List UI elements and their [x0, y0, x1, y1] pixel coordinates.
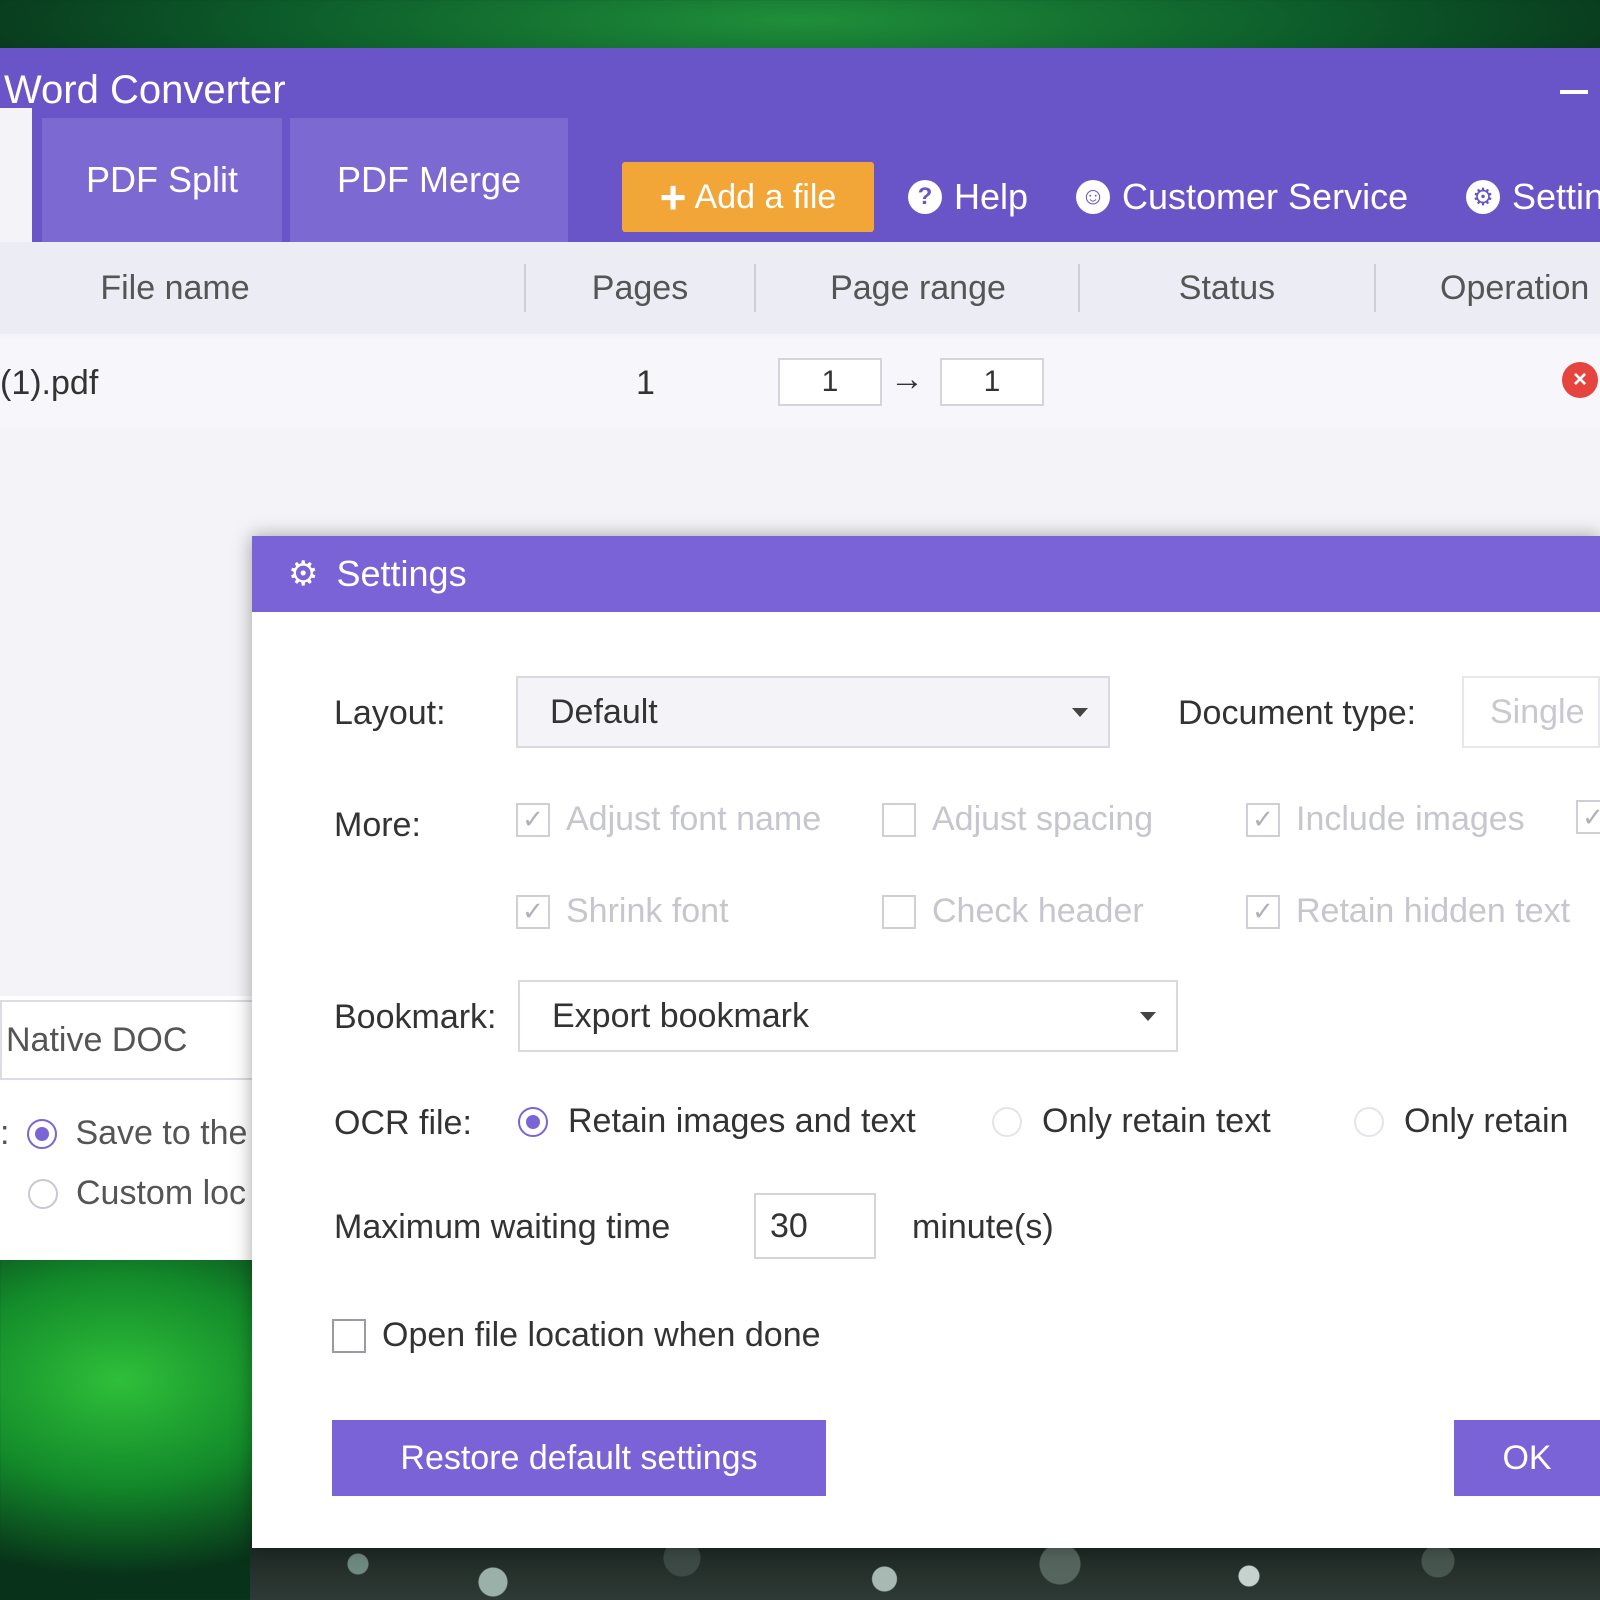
save-to-source-label: Save to the	[75, 1114, 248, 1152]
checkmark-icon: ✓	[516, 802, 550, 837]
check-header-checkbox[interactable]: Check header	[882, 892, 1144, 931]
chat-icon: ☺	[1076, 180, 1110, 214]
ok-button[interactable]: OK	[1454, 1420, 1600, 1496]
page-range-from-input[interactable]: 1	[778, 358, 882, 406]
bookmark-value: Export bookmark	[552, 996, 809, 1035]
save-to-source-option[interactable]: : Save to the	[0, 1114, 247, 1153]
tab-active[interactable]	[0, 108, 32, 242]
pages-cell: 1	[636, 363, 655, 402]
adjust-spacing-checkbox[interactable]: Adjust spacing	[882, 800, 1153, 839]
restore-default-settings-button[interactable]: Restore default settings	[332, 1420, 826, 1496]
ocr-option-label: Only retain text	[1042, 1102, 1271, 1140]
add-file-button[interactable]: + Add a file	[622, 162, 874, 232]
gear-icon: ⚙	[288, 555, 319, 593]
ocr-option-text-only[interactable]: Only retain text	[992, 1102, 1271, 1141]
table-row[interactable]: (1).pdf 1 1 → 1 ×	[0, 338, 1600, 428]
bookmark-dropdown[interactable]: Export bookmark	[518, 980, 1178, 1052]
tab-pdf-merge[interactable]: PDF Merge	[290, 118, 568, 242]
document-type-value: Single	[1490, 692, 1585, 731]
help-icon: ?	[908, 180, 942, 214]
max-waiting-time-label: Maximum waiting time	[334, 1208, 671, 1246]
column-header-operation: Operation	[1440, 268, 1590, 307]
checkbox-icon	[882, 894, 916, 929]
column-header-pages: Pages	[591, 268, 689, 307]
help-label: Help	[954, 176, 1029, 217]
checkmark-icon: ✓	[1246, 894, 1280, 929]
help-link[interactable]: ? Help	[908, 176, 1028, 218]
gear-icon: ⚙	[1466, 180, 1500, 214]
custom-location-label: Custom loc	[76, 1174, 247, 1212]
checkbox-icon	[332, 1318, 366, 1353]
adjust-spacing-label: Adjust spacing	[932, 800, 1154, 838]
extra-checkbox[interactable]: ✓	[1576, 800, 1600, 834]
checkbox-icon	[882, 802, 916, 837]
shrink-font-label: Shrink font	[566, 892, 729, 930]
checkmark-icon: ✓	[1576, 800, 1600, 834]
minutes-unit-label: minute(s)	[912, 1208, 1054, 1246]
layout-label: Layout:	[334, 694, 446, 732]
desktop-background-rocks	[250, 1540, 1600, 1600]
checkmark-icon: ✓	[516, 894, 550, 929]
radio-button[interactable]	[518, 1106, 548, 1137]
custom-location-option[interactable]: Custom loc	[28, 1174, 246, 1213]
ocr-option-label: Only retain	[1404, 1102, 1569, 1140]
radio-button[interactable]	[992, 1106, 1022, 1137]
checkmark-icon: ✓	[1246, 802, 1280, 837]
ocr-option-images-only[interactable]: Only retain	[1354, 1102, 1568, 1141]
customer-service-label: Customer Service	[1122, 176, 1409, 217]
arrow-right-icon: →	[890, 360, 924, 398]
max-waiting-time-input[interactable]: 30	[754, 1193, 876, 1259]
dialog-header: ⚙ Settings	[252, 536, 1600, 612]
column-divider	[1374, 264, 1376, 312]
chevron-down-icon	[1072, 708, 1088, 717]
bookmark-label: Bookmark:	[334, 998, 497, 1036]
retain-hidden-text-label: Retain hidden text	[1296, 892, 1571, 930]
check-header-label: Check header	[932, 892, 1144, 930]
table-header: File name Pages Page range Status Operat…	[0, 242, 1600, 334]
open-file-location-label: Open file location when done	[382, 1316, 821, 1354]
include-images-checkbox[interactable]: ✓ Include images	[1246, 800, 1525, 839]
more-label: More:	[334, 806, 421, 844]
column-header-page-range: Page range	[830, 268, 1006, 307]
radio-button[interactable]	[27, 1118, 58, 1149]
ocr-option-images-and-text[interactable]: Retain images and text	[518, 1102, 916, 1141]
output-format-select[interactable]: Native DOC	[0, 1000, 260, 1080]
chevron-down-icon	[1140, 1012, 1156, 1021]
page-range-to-input[interactable]: 1	[940, 358, 1044, 406]
column-header-status: Status	[1178, 268, 1276, 307]
radio-button[interactable]	[28, 1178, 58, 1209]
layout-dropdown[interactable]: Default	[516, 676, 1110, 748]
settings-link[interactable]: ⚙ Settin	[1466, 176, 1600, 218]
ocr-file-label: OCR file:	[334, 1104, 472, 1142]
document-type-label: Document type:	[1178, 694, 1417, 732]
customer-service-link[interactable]: ☺ Customer Service	[1076, 176, 1408, 218]
open-file-location-checkbox[interactable]: Open file location when done	[332, 1316, 821, 1355]
delete-icon[interactable]: ×	[1562, 362, 1598, 398]
settings-label: Settin	[1512, 176, 1600, 217]
document-type-dropdown[interactable]: Single	[1462, 676, 1600, 748]
adjust-font-name-label: Adjust font name	[566, 800, 822, 838]
app-title: Word Converter	[4, 68, 286, 112]
tab-pdf-split[interactable]: PDF Split	[42, 118, 282, 242]
file-name-cell: (1).pdf	[0, 363, 99, 402]
minimize-icon[interactable]	[1560, 90, 1588, 94]
column-header-file-name: File name	[100, 268, 250, 307]
shrink-font-checkbox[interactable]: ✓ Shrink font	[516, 892, 729, 931]
radio-button[interactable]	[1354, 1106, 1384, 1137]
ocr-option-label: Retain images and text	[568, 1102, 916, 1140]
dialog-title: Settings	[336, 553, 467, 594]
include-images-label: Include images	[1296, 800, 1525, 838]
adjust-font-name-checkbox[interactable]: ✓ Adjust font name	[516, 800, 821, 839]
add-file-label: Add a file	[694, 177, 837, 216]
plus-icon: +	[659, 171, 687, 223]
layout-value: Default	[550, 692, 658, 731]
retain-hidden-text-checkbox[interactable]: ✓ Retain hidden text	[1246, 892, 1570, 931]
